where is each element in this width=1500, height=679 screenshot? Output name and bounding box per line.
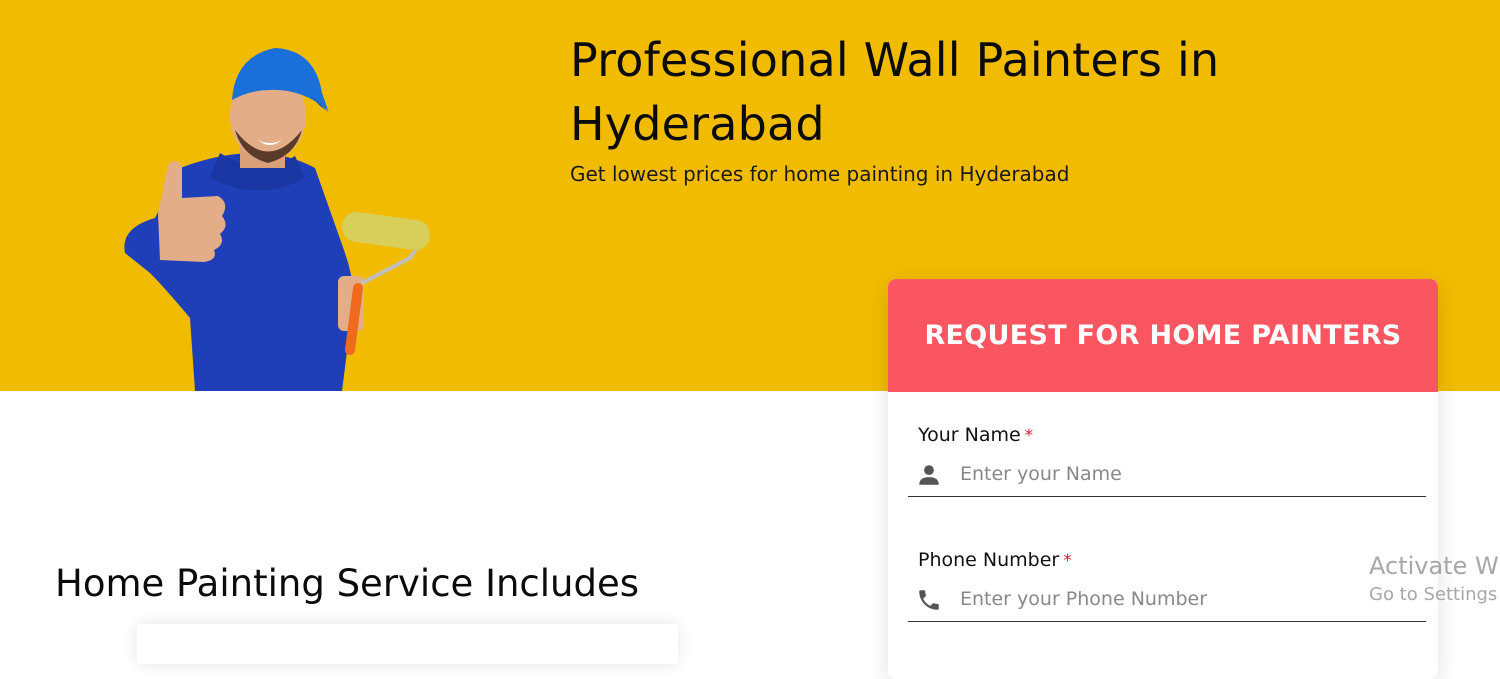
- painter-image: [124, 48, 430, 391]
- name-input-row[interactable]: [908, 450, 1426, 497]
- name-field: Your Name *: [898, 424, 1426, 524]
- form-header: REQUEST FOR HOME PAINTERS: [888, 279, 1438, 392]
- phone-label-text: Phone Number: [918, 549, 1060, 571]
- phone-input[interactable]: [958, 581, 1402, 617]
- phone-icon: [919, 590, 939, 610]
- name-label-text: Your Name: [918, 424, 1021, 446]
- form-title: REQUEST FOR HOME PAINTERS: [924, 320, 1402, 351]
- watermark-title: Activate Wi: [1369, 552, 1500, 580]
- hero-subtitle: Get lowest prices for home painting in H…: [570, 162, 1070, 186]
- phone-label: Phone Number *: [918, 549, 1072, 571]
- phone-field: Phone Number *: [898, 549, 1426, 649]
- person-icon: [919, 465, 939, 485]
- required-marker: *: [1024, 426, 1034, 446]
- name-input[interactable]: [958, 456, 1402, 492]
- service-card: [137, 624, 678, 664]
- activation-watermark: Activate Wi Go to Settings: [1369, 550, 1500, 608]
- name-label: Your Name *: [918, 424, 1033, 446]
- watermark-subtitle: Go to Settings: [1369, 584, 1498, 605]
- hero-title: Professional Wall Painters in Hyderabad: [570, 33, 1220, 151]
- request-form: REQUEST FOR HOME PAINTERS Your Name* Pho…: [888, 279, 1438, 679]
- services-heading: Home Painting Service Includes: [55, 562, 640, 605]
- required-marker: *: [1063, 551, 1072, 571]
- phone-input-row[interactable]: [908, 575, 1426, 622]
